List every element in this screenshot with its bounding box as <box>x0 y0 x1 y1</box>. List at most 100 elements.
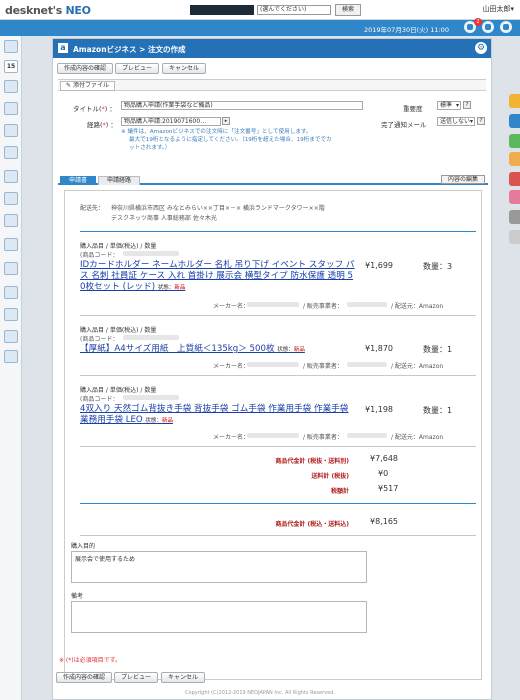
right-tab-1[interactable] <box>509 94 520 108</box>
help-icon[interactable] <box>4 330 18 343</box>
search-button[interactable]: 検索 <box>335 4 361 16</box>
search-input[interactable] <box>190 5 254 15</box>
user-menu[interactable]: 山田太郎▾ <box>482 4 514 14</box>
shipping-value: ¥0 <box>378 469 389 478</box>
title-field[interactable]: 物品購入申請(作業手袋など備品) <box>121 101 363 110</box>
notify-label: 完了通知メール <box>381 121 427 129</box>
project-icon[interactable] <box>4 214 18 227</box>
divider <box>80 315 476 316</box>
schedule-icon[interactable] <box>4 80 18 93</box>
amazon-logo-icon: a <box>58 43 68 53</box>
total-label: 商品代金計 (税込・送料込) <box>275 521 349 528</box>
route-picker-icon[interactable]: ▸ <box>222 117 230 125</box>
maker-label: メーカー名： <box>213 434 250 441</box>
page-header: a Amazonビジネス > 注文の作成 ⚙ <box>53 39 491 58</box>
top-bar: desknet's NEO (選んでください) 検索 山田太郎▾ <box>0 0 520 20</box>
redacted-seller <box>347 302 387 307</box>
seller-label: / 販売事業者： <box>303 363 343 370</box>
app-logo[interactable]: desknet's NEO <box>5 4 91 17</box>
right-tab-8[interactable] <box>509 230 520 244</box>
divider <box>80 535 476 536</box>
priority-select[interactable]: 標準 <box>437 101 461 110</box>
cancel-button-bottom[interactable]: キャンセル <box>161 672 205 683</box>
calendar-icon[interactable]: 15 <box>4 60 18 73</box>
tab-request[interactable]: 申請書 <box>60 176 97 185</box>
item-qty: 数量：3 <box>423 262 453 271</box>
redacted-maker <box>247 302 299 307</box>
purpose-textarea[interactable]: 展示会で使用するため <box>71 551 367 583</box>
notify-select[interactable]: 送信しない <box>437 117 475 126</box>
request-document: 配送先： 神奈川県横浜市西区 みなとみらい××丁目×－× 横浜ランドマークタワー… <box>64 190 482 680</box>
item-header: 購入品目 / 単価(税込) / 数量 <box>80 387 157 394</box>
bottom-button-row: 作成内容の確認 プレビュー キャンセル <box>52 672 492 684</box>
mail-icon[interactable] <box>4 102 18 115</box>
required-note: ※ (*)は必須項目です。 <box>59 657 122 664</box>
preview-button-bottom[interactable]: プレビュー <box>114 672 158 683</box>
top-icons <box>464 21 512 35</box>
priority-help-icon[interactable]: ? <box>463 101 471 109</box>
workflow-icon[interactable] <box>4 124 18 137</box>
ship-address: 神奈川県横浜市西区 みなとみらい××丁目×－× 横浜ランドマークタワー××階 <box>111 205 325 212</box>
cancel-button[interactable]: キャンセル <box>162 63 206 74</box>
redacted-seller <box>347 362 387 367</box>
preview-button[interactable]: プレビュー <box>115 63 159 74</box>
edit-content-button[interactable]: 内容の編集 <box>440 175 485 184</box>
address-icon[interactable] <box>4 308 18 321</box>
right-tab-3[interactable] <box>509 134 520 148</box>
route-note: ※ 議件は、Amazonビジネスでの注文時に「注文番号」として使用します。 最大… <box>121 129 332 151</box>
news-icon[interactable] <box>4 238 18 251</box>
maker-label: メーカー名： <box>213 303 250 310</box>
chat-icon[interactable] <box>482 21 494 33</box>
confirm-button-bottom[interactable]: 作成内容の確認 <box>56 672 112 683</box>
left-sidebar: 15 <box>0 36 22 700</box>
divider <box>80 231 476 232</box>
remarks-label: 備考 <box>71 593 84 600</box>
attachment-bar: ✎ 添付ファイル <box>58 79 486 91</box>
confirm-button[interactable]: 作成内容の確認 <box>57 63 113 74</box>
document-icon[interactable] <box>4 170 18 183</box>
folder-icon[interactable] <box>4 262 18 275</box>
item-qty: 数量：1 <box>423 406 453 415</box>
portal-icon[interactable] <box>4 40 18 53</box>
item-header: 購入品目 / 単価(税込) / 数量 <box>80 327 157 334</box>
right-tab-5[interactable] <box>509 172 520 186</box>
right-tab-4[interactable] <box>509 152 520 166</box>
remarks-textarea[interactable] <box>71 601 367 633</box>
attach-label: 添付ファイル <box>72 82 109 89</box>
info-icon[interactable] <box>4 350 18 363</box>
report-icon[interactable] <box>4 192 18 205</box>
attach-file-button[interactable]: ✎ 添付ファイル <box>60 81 115 91</box>
redacted-code <box>123 335 179 340</box>
product-link[interactable]: 4双入り 天然ゴム背抜き手袋 背抜手袋 ゴム手袋 作業用手袋 作業手袋 業務用手… <box>80 404 360 427</box>
page-title: Amazonビジネス > 注文の作成 <box>73 45 186 54</box>
priority-label: 重要度 <box>403 105 423 113</box>
seller-label: / 販売事業者： <box>303 303 343 310</box>
redacted-seller <box>347 433 387 438</box>
globe-icon[interactable] <box>4 146 18 159</box>
subtotal-label: 商品代金計 (税抜・送料別) <box>275 458 349 465</box>
search-scope-select[interactable]: (選んでください) <box>257 5 331 15</box>
route-label: 経路(*) ： <box>87 121 117 129</box>
ship-label: 配送先： <box>80 205 105 212</box>
right-tab-2[interactable] <box>509 114 520 128</box>
right-tab-7[interactable] <box>509 210 520 224</box>
product-link[interactable]: 【厚紙】A4サイズ用紙 上質紙＜135kg＞ 500枚 状態：新品 <box>80 344 360 356</box>
item-header: 購入品目 / 単価(税込) / 数量 <box>80 243 157 250</box>
delivery-label: / 配送元：Amazon <box>391 303 444 310</box>
tab-route[interactable]: 申請経路 <box>98 176 141 185</box>
box-icon[interactable] <box>4 286 18 299</box>
redacted-maker <box>247 362 299 367</box>
notify-help-icon[interactable]: ? <box>477 117 485 125</box>
item-price: ¥1,699 <box>365 261 393 270</box>
divider <box>80 375 476 376</box>
delivery-label: / 配送元：Amazon <box>391 434 444 441</box>
tab-bar: 申請書 申請経路 内容の編集 <box>58 175 488 185</box>
route-field[interactable]: 物品購入申請:2019071600… <box>121 117 221 126</box>
gear-icon[interactable]: ⚙ <box>475 42 487 54</box>
product-link[interactable]: IDカードホルダー ネームホルダー 名札 吊り下げ イベント スタッフ パ ス … <box>80 260 360 294</box>
user-icon[interactable] <box>500 21 512 33</box>
seller-label: / 販売事業者： <box>303 434 343 441</box>
main-panel: a Amazonビジネス > 注文の作成 ⚙ 作成内容の確認 プレビュー キャン… <box>52 38 492 700</box>
item-price: ¥1,198 <box>365 405 393 414</box>
right-tab-6[interactable] <box>509 190 520 204</box>
